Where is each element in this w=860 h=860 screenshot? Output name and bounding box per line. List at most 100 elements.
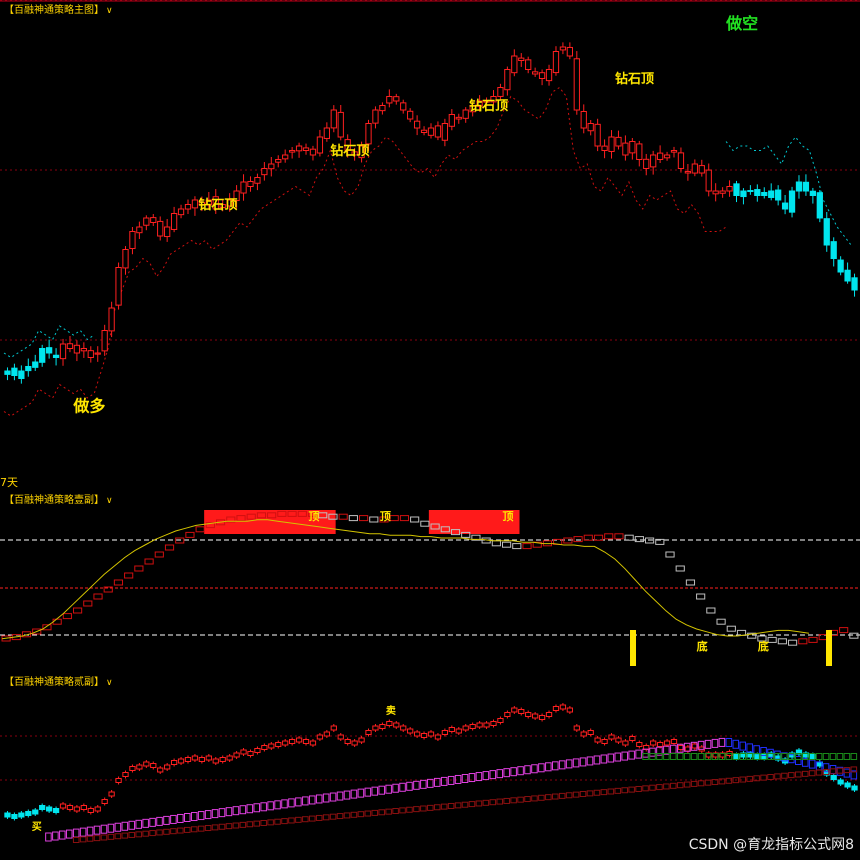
candle-body [448,727,455,732]
candle-body [59,803,67,809]
candle-body [52,354,60,358]
slow-band-box [760,774,767,781]
watermark-text: CSDN @育龙指标公式网8 [688,837,854,853]
candle-body [816,192,823,219]
ma-band-box [204,810,212,820]
slow-band-box [246,821,254,828]
chevron-down-icon[interactable]: ∨ [106,6,113,16]
oscillator-box [685,579,696,586]
candle-body [511,55,518,74]
ma-band-box [545,762,552,772]
candle-body [476,722,483,728]
ma-band-box [288,798,295,808]
ma-band-box [322,793,330,803]
chevron-down-icon[interactable]: ∨ [106,496,113,506]
slow-band-box [204,825,212,832]
oscillator-box [716,618,726,625]
candle-body [226,755,233,761]
candle-body [309,740,317,746]
candle-body [587,123,594,132]
candle-body [837,779,844,785]
green-band-box [676,753,684,760]
candle-body [413,120,421,129]
chevron-down-icon[interactable]: ∨ [106,678,113,688]
candle-body [143,761,150,767]
oscillator-box [369,516,379,523]
oscillator-box [604,533,614,540]
ma-band-box [461,774,469,783]
ma-band-box [552,761,559,771]
slow-band-box [371,809,379,816]
candle-body [337,734,344,740]
oscillator-box [134,565,144,572]
slow-band-box [649,784,656,791]
candle-body [323,731,330,737]
candle-body [650,740,657,746]
slow-band-box [114,833,122,840]
candle-body [663,154,671,159]
sub-chart-1-panel[interactable]: 顶 顶 顶底 底 【百融神通策略壹副】 ∨ [0,490,860,672]
main-chart-svg: 做多钻石顶钻石顶钻石顶钻石顶做空 [0,0,860,417]
candle-body [518,709,525,714]
slow-band-box [308,815,316,822]
candle-body [663,740,671,746]
sub-chart-2-panel[interactable]: 买卖 【百融神通策略贰副】 ∨ [0,672,860,860]
main-chart-panel[interactable]: 做多 钻石顶 钻石顶 钻石顶 钻石顶 做空 【百融神通策略主图】 ∨ 7天 [0,0,860,490]
ma-band-box [170,814,177,824]
slow-band-box [607,788,615,795]
ma-band-box [86,826,94,836]
slow-band-box [628,786,635,793]
slow-band-box [295,816,302,823]
candle-body [740,190,747,198]
ma-band-box [829,765,837,774]
oscillator-box [634,536,644,543]
slow-band-box [670,782,677,789]
candle-body [712,190,719,195]
slow-band-box [149,830,156,837]
slow-band-box [427,804,434,811]
candle-body [261,745,268,750]
main-panel-title[interactable]: 【百融神通策略主图】 ∨ [4,1,113,16]
oscillator-box [338,513,348,520]
candle-body [837,259,844,273]
candle-body [413,731,421,737]
slow-band-box [267,819,274,826]
candle-body [247,180,254,187]
candle-body [497,87,504,97]
candle-body [365,123,372,145]
candle-body [504,69,511,91]
ma-band-box [649,747,656,757]
candle-body [170,760,178,765]
signal-marker: 底 [758,639,769,653]
candle-body [684,170,692,174]
slow-band-box [781,772,788,779]
slow-band-box [93,835,101,842]
slow-band-box [663,783,670,790]
green-band-box [829,753,837,760]
candle-body [316,136,324,154]
candle-body [615,136,622,147]
candle-body [608,136,615,152]
candle-body [434,734,442,740]
candle-body [566,46,574,57]
ma-band-box [565,759,573,769]
slow-band-box [288,817,295,824]
sub-chart-2-svg: 买卖 [0,703,860,843]
ma-band-box [378,785,385,795]
sub2-panel-title[interactable]: 【百融神通策略贰副】 ∨ [4,673,113,688]
oscillator-box [124,572,134,579]
candle-body [462,109,469,119]
oscillator-box [788,639,798,646]
oscillator-box [348,515,358,522]
ma-band-box [350,789,358,799]
candle-body [386,721,393,726]
slow-band-box [788,772,795,779]
slow-band-box [343,812,351,819]
candle-body [802,181,810,192]
sub2-panel-title-text: 【百融神通策略贰副】 [4,677,104,688]
ma-band-box [65,829,73,839]
chart-annotation: 钻石顶 [615,71,654,87]
candle-body [643,158,650,170]
ma-band-box [392,783,399,793]
sub1-panel-title[interactable]: 【百融神通策略壹副】 ∨ [4,491,113,506]
